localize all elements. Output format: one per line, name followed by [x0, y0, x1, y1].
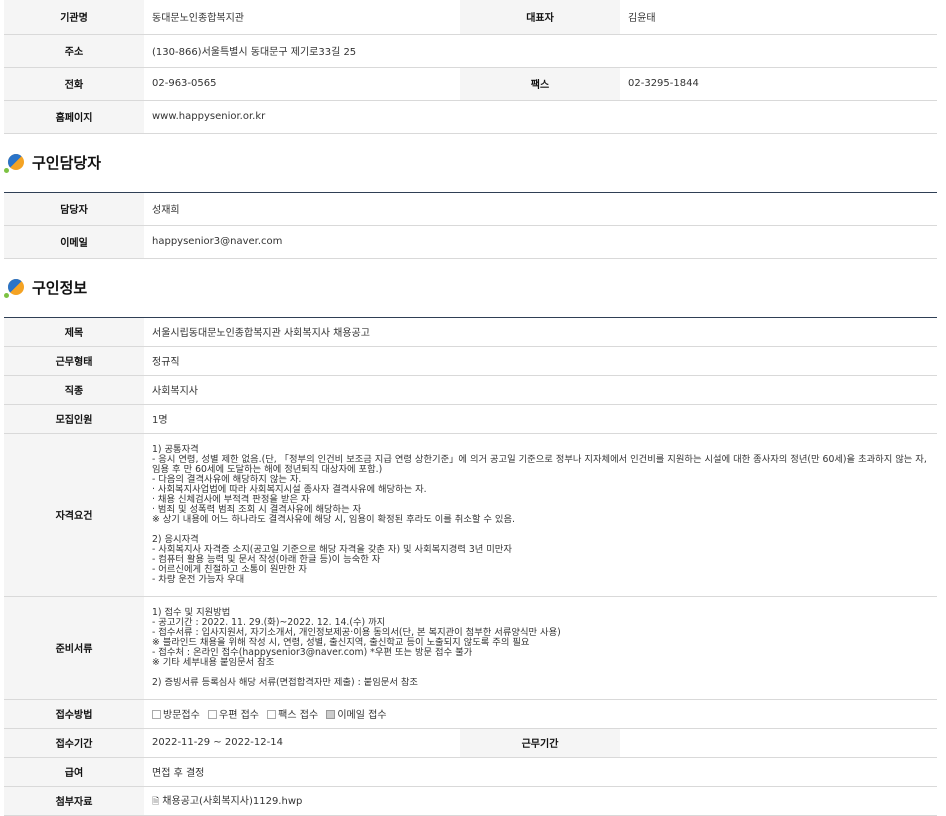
agency-table: 기관명 동대문노인종합복지관 대표자 김윤태 주소 (130-866)서울특별시…	[4, 0, 937, 134]
contact-section-title: 구인담당자	[32, 154, 102, 172]
homepage-label: 홈페이지	[4, 100, 144, 134]
tel-label: 전화	[4, 67, 144, 101]
fax-value: 02-3295-1844	[620, 67, 937, 101]
job-table: 제목 서울시립동대문노인종합복지관 사회복지사 채용공고 근무형태 정규직 직종…	[4, 316, 937, 816]
work-period-value	[620, 728, 937, 758]
documents-label: 준비서류	[4, 596, 144, 700]
file-icon: 🗎	[152, 796, 160, 807]
salary-label: 급여	[4, 757, 144, 787]
documents-value: 1) 접수 및 지원방법 - 공고기간 : 2022. 11. 29.(화)~2…	[144, 596, 937, 700]
name-label: 기관명	[4, 0, 144, 35]
address-label: 주소	[4, 34, 144, 68]
salary-value: 면접 후 결정	[144, 757, 937, 787]
qualification-label: 자격요건	[4, 433, 144, 597]
section-bullet-icon	[4, 278, 24, 298]
homepage-link[interactable]: www.happysenior.or.kr	[144, 100, 937, 134]
qualification-value: 1) 공통자격 - 응시 연령, 성별 제한 없음.(단, 「정부의 인건비 보…	[144, 433, 937, 597]
rep-label: 대표자	[460, 0, 620, 35]
count-label: 모집인원	[4, 404, 144, 434]
method-fax-checkbox[interactable]: 팩스 접수	[267, 710, 318, 721]
attachment-label: 첨부자료	[4, 786, 144, 816]
subject-value: 서울시립동대문노인종합복지관 사회복지사 채용공고	[144, 317, 937, 347]
method-post-checkbox[interactable]: 우편 접수	[208, 710, 259, 721]
method-checkboxes: 방문접수 우편 접수 팩스 접수 이메일 접수	[144, 699, 937, 729]
period-value: 2022-11-29 ~ 2022-12-14	[144, 728, 460, 758]
email-value: happysenior3@naver.com	[144, 225, 937, 259]
attachment-filename[interactable]: 채용공고(사회복지사)1129.hwp	[162, 796, 302, 807]
method-email-checkbox[interactable]: 이메일 접수	[326, 710, 387, 721]
work-period-label: 근무기간	[460, 728, 620, 758]
count-value: 1명	[144, 404, 937, 434]
job-section-header: 구인정보	[0, 259, 946, 317]
role-value: 사회복지사	[144, 375, 937, 405]
address-value: (130-866)서울특별시 동대문구 제기로33길 25	[144, 34, 937, 68]
name-value: 동대문노인종합복지관	[144, 0, 460, 35]
type-label: 근무형태	[4, 346, 144, 376]
period-label: 접수기간	[4, 728, 144, 758]
fax-label: 팩스	[460, 67, 620, 101]
rep-value: 김윤태	[620, 0, 937, 35]
subject-label: 제목	[4, 317, 144, 347]
section-bullet-icon	[4, 153, 24, 173]
manager-label: 담당자	[4, 192, 144, 226]
tel-value: 02-963-0565	[144, 67, 460, 101]
job-section-title: 구인정보	[32, 279, 88, 297]
method-label: 접수방법	[4, 699, 144, 729]
manager-value: 성재희	[144, 192, 937, 226]
contact-table: 담당자 성재희 이메일 happysenior3@naver.com	[4, 191, 937, 259]
role-label: 직종	[4, 375, 144, 405]
email-label: 이메일	[4, 225, 144, 259]
attachment-link[interactable]: 🗎 채용공고(사회복지사)1129.hwp	[144, 786, 937, 816]
contact-section-header: 구인담당자	[0, 134, 946, 192]
method-visit-checkbox[interactable]: 방문접수	[152, 710, 200, 721]
type-value: 정규직	[144, 346, 937, 376]
